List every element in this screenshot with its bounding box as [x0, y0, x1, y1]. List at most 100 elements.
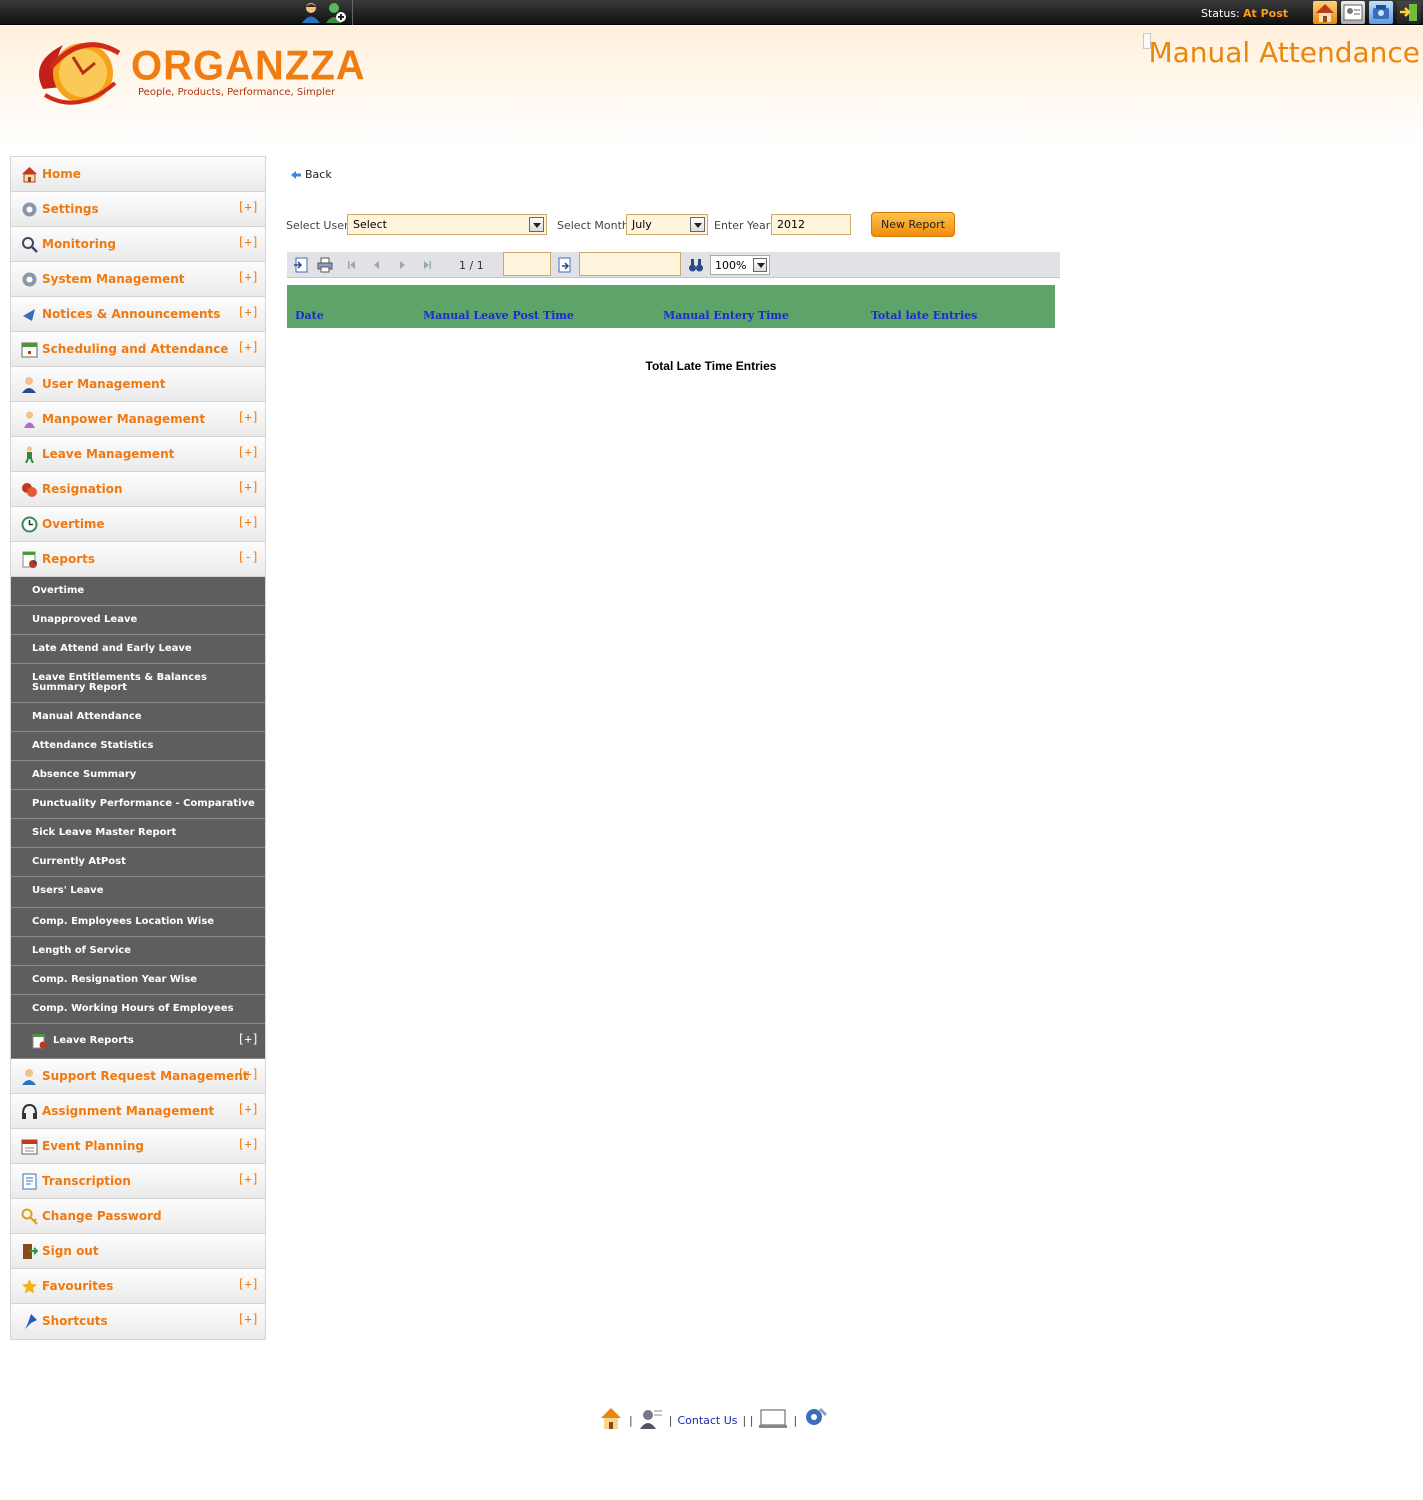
report-subitem-leave-reports[interactable]: Leave Reports [+] — [11, 1024, 265, 1059]
select-user-dropdown[interactable]: Select — [347, 214, 547, 235]
report-subitem-punctuality[interactable]: Punctuality Performance - Comparative — [11, 790, 265, 819]
report-subitem-resignation-year-wise[interactable]: Comp. Resignation Year Wise — [11, 966, 265, 995]
report-subitem-attendance-statistics[interactable]: Attendance Statistics — [11, 732, 265, 761]
go-to-page-icon[interactable] — [557, 257, 573, 273]
sidebar-item-monitoring[interactable]: Monitoring [+] — [11, 227, 265, 262]
expand-toggle[interactable]: [+] — [237, 1067, 259, 1081]
report-subitem-currently-atpost[interactable]: Currently AtPost — [11, 848, 265, 877]
report-subitem-users-leave[interactable]: Users' Leave — [11, 877, 265, 908]
user-icon[interactable] — [300, 2, 322, 23]
report-subitem-leave-entitlements[interactable]: Leave Entitlements & Balances Summary Re… — [11, 664, 265, 703]
add-user-icon[interactable] — [325, 2, 347, 23]
sidebar-item-scheduling[interactable]: Scheduling and Attendance [+] — [11, 332, 265, 367]
report-subitem-late-attend[interactable]: Late Attend and Early Leave — [11, 635, 265, 664]
report-subitem-manual-attendance[interactable]: Manual Attendance — [11, 703, 265, 732]
sidebar-item-change-password[interactable]: Change Password — [11, 1199, 265, 1234]
sidebar-item-sign-out[interactable]: Sign out — [11, 1234, 265, 1269]
sidebar-item-user-management[interactable]: User Management — [11, 367, 265, 402]
subitem-label: Length of Service — [32, 945, 132, 956]
sidebar-item-settings[interactable]: Settings [+] — [11, 192, 265, 227]
sidebar-item-home[interactable]: Home — [11, 157, 265, 192]
report-subitem-working-hours[interactable]: Comp. Working Hours of Employees — [11, 995, 265, 1024]
sidebar-item-favourites[interactable]: Favourites [+] — [11, 1269, 265, 1304]
top-left-icons — [300, 2, 347, 23]
expand-toggle[interactable]: [+] — [237, 515, 259, 529]
sidebar-item-transcription[interactable]: Transcription [+] — [11, 1164, 265, 1199]
expand-toggle[interactable]: [+] — [237, 1172, 259, 1186]
expand-toggle[interactable]: [+] — [237, 410, 259, 424]
select-month-dropdown[interactable]: July — [626, 214, 708, 235]
expand-toggle[interactable]: [+] — [237, 235, 259, 249]
sidebar-item-leave-management[interactable]: Leave Management [+] — [11, 437, 265, 472]
new-report-button[interactable]: New Report — [871, 212, 955, 237]
sidebar-item-assignment[interactable]: Assignment Management [+] — [11, 1094, 265, 1129]
previous-page-icon[interactable] — [369, 257, 385, 273]
sidebar-item-overtime[interactable]: Overtime [+] — [11, 507, 265, 542]
home-icon[interactable] — [1313, 1, 1337, 24]
door-icon — [21, 1243, 39, 1260]
expand-toggle[interactable]: [+] — [237, 1102, 259, 1116]
back-link[interactable]: Back — [291, 168, 332, 181]
profile-icon[interactable] — [638, 1405, 664, 1435]
report-subitem-absence-summary[interactable]: Absence Summary — [11, 761, 265, 790]
zoom-dropdown[interactable]: 100% — [710, 255, 770, 275]
sidebar-item-resignation[interactable]: Resignation [+] — [11, 472, 265, 507]
chevron-down-icon[interactable] — [529, 217, 544, 232]
sidebar-item-label: Monitoring — [42, 237, 116, 251]
logout-icon[interactable] — [1397, 1, 1421, 24]
sidebar-item-label: Favourites — [42, 1279, 114, 1293]
sidebar-item-event-planning[interactable]: Event Planning [+] — [11, 1129, 265, 1164]
users-icon — [21, 376, 38, 393]
expand-toggle[interactable]: [+] — [237, 480, 259, 494]
sidebar-item-notices[interactable]: Notices & Announcements [+] — [11, 297, 265, 332]
report-subitem-overtime[interactable]: Overtime — [11, 577, 265, 606]
logo-name: ORGANZZA — [131, 42, 366, 90]
print-icon[interactable] — [317, 257, 333, 273]
export-icon[interactable] — [293, 257, 309, 273]
year-input[interactable]: 2012 — [771, 214, 851, 235]
report-subitem-length-of-service[interactable]: Length of Service — [11, 937, 265, 966]
contact-us-link[interactable]: Contact Us — [677, 1414, 737, 1427]
sidebar-item-system-management[interactable]: System Management [+] — [11, 262, 265, 297]
expand-toggle[interactable]: [+] — [237, 340, 259, 354]
help-icon[interactable] — [758, 1405, 788, 1435]
select-user-label: Select User — [286, 219, 349, 232]
report-subitem-unapproved-leave[interactable]: Unapproved Leave — [11, 606, 265, 635]
expand-toggle[interactable]: [+] — [237, 445, 259, 459]
expand-toggle[interactable]: [+] — [237, 1312, 259, 1326]
sidebar-item-reports[interactable]: Reports [-] — [11, 542, 265, 577]
column-header-date: Date — [295, 309, 324, 322]
phone-icon[interactable] — [1369, 1, 1393, 24]
subitem-label: Sick Leave Master Report — [32, 827, 177, 838]
expand-toggle[interactable]: [+] — [237, 200, 259, 214]
settings-icon[interactable] — [802, 1405, 828, 1435]
binoculars-icon[interactable] — [688, 257, 704, 273]
collapse-toggle[interactable]: [-] — [237, 550, 259, 564]
find-text-input[interactable] — [579, 252, 681, 276]
profile-icon[interactable] — [1341, 1, 1365, 24]
expand-toggle[interactable]: [+] — [237, 305, 259, 319]
first-page-icon[interactable] — [344, 257, 360, 273]
expand-toggle[interactable]: [+] — [237, 1277, 259, 1291]
report-subitem-sick-leave[interactable]: Sick Leave Master Report — [11, 819, 265, 848]
home-icon[interactable] — [598, 1405, 624, 1435]
select-month-label: Select Month — [557, 219, 629, 232]
report-subitem-location-wise[interactable]: Comp. Employees Location Wise — [11, 908, 265, 937]
chevron-down-icon[interactable] — [753, 258, 767, 272]
subitem-label: Comp. Resignation Year Wise — [32, 974, 198, 985]
report-table-header: Date Manual Leave Post Time Manual Enter… — [287, 285, 1055, 328]
sidebar-item-manpower[interactable]: Manpower Management [+] — [11, 402, 265, 437]
page-number-input[interactable] — [503, 252, 551, 276]
expand-toggle[interactable]: [+] — [237, 1032, 259, 1046]
expand-toggle[interactable]: [+] — [237, 270, 259, 284]
expand-toggle[interactable]: [+] — [237, 1137, 259, 1151]
subitem-label: Overtime — [32, 585, 85, 596]
last-page-icon[interactable] — [419, 257, 435, 273]
status-value: At Post — [1243, 7, 1289, 20]
sidebar-item-support-request[interactable]: Support Request Management [+] — [11, 1059, 265, 1094]
logo-tagline: People, Products, Performance, Simpler — [138, 87, 336, 98]
chevron-down-icon[interactable] — [690, 217, 705, 232]
sidebar-item-shortcuts[interactable]: Shortcuts [+] — [11, 1304, 265, 1339]
subitem-label: Attendance Statistics — [32, 740, 154, 751]
next-page-icon[interactable] — [394, 257, 410, 273]
